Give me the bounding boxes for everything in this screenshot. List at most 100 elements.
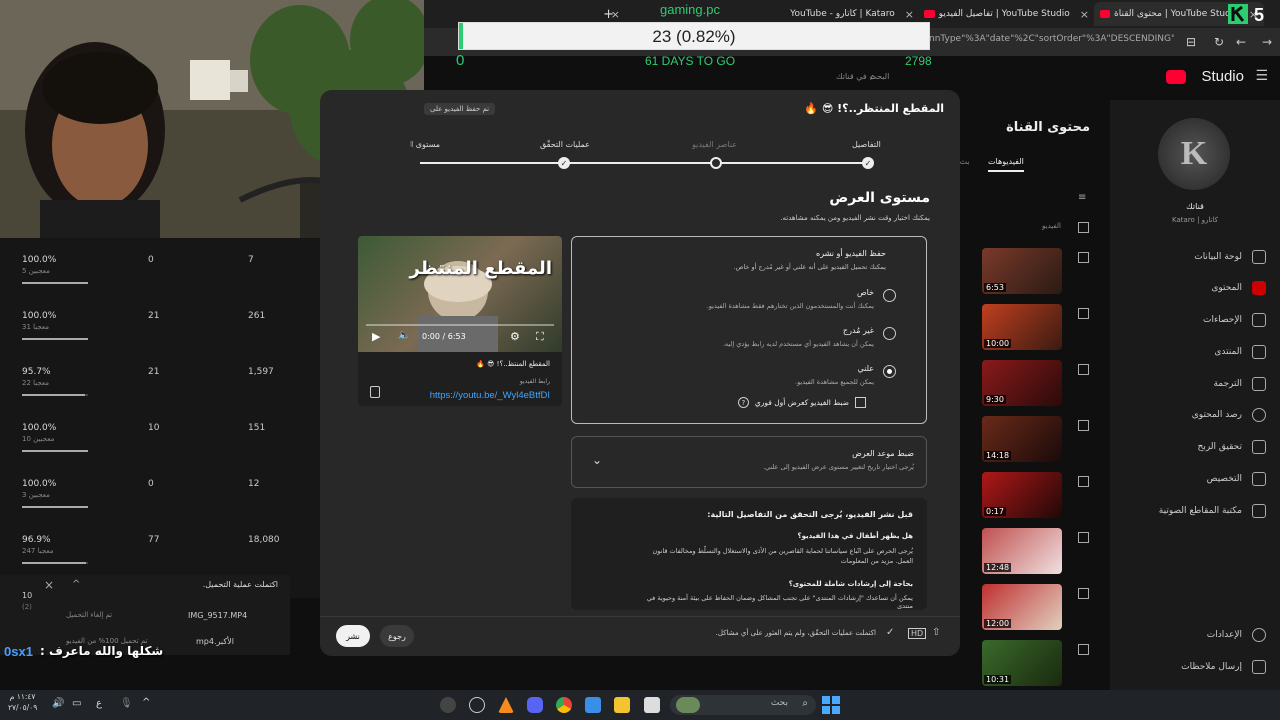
system-clock[interactable]: ١١:٤٧ م ٢٧/٠٥/٠٩	[8, 692, 37, 713]
radio-public[interactable]: علني يمكن للجميع مشاهدة الفيديو.	[656, 363, 896, 393]
close-tab-button[interactable]: ×	[600, 4, 620, 24]
radio-button-selected-icon[interactable]	[883, 365, 896, 378]
video-thumbnail[interactable]: 10:31	[982, 640, 1062, 686]
step-complete-check-icon[interactable]: ✓	[862, 157, 874, 169]
row-checkbox[interactable]	[1078, 476, 1089, 487]
reload-icon[interactable]: ↻	[1214, 35, 1224, 49]
language-icon[interactable]: ع	[96, 698, 102, 709]
premiere-checkbox[interactable]	[855, 397, 866, 408]
back-icon[interactable]: →	[1262, 35, 1272, 49]
row-checkbox[interactable]	[1078, 364, 1089, 375]
analytics-row[interactable]: 100.0% 31 معجبا 21 261	[0, 311, 320, 367]
file-explorer-icon[interactable]	[614, 697, 630, 713]
help-icon[interactable]: ?	[737, 397, 749, 408]
radio-button-icon[interactable]	[883, 327, 896, 340]
step-complete-check-icon[interactable]: ✓	[558, 157, 570, 169]
copy-icon[interactable]	[370, 386, 380, 398]
like-ratio: 100.0%	[22, 423, 57, 433]
chevron-down-icon[interactable]: ⌄	[592, 453, 602, 467]
video-player[interactable]: المقطع المنتظر ▶ 🔈 0:00 / 6:53 ⚙ ⛶	[358, 236, 562, 352]
close-tab-icon[interactable]: ×	[905, 8, 914, 21]
analytics-row[interactable]: 100.0% 10 معجبين 10 151	[0, 423, 320, 479]
forward-icon[interactable]: ←	[1236, 35, 1246, 49]
video-thumbnail[interactable]: 12:48	[982, 528, 1062, 574]
radio-description: يمكن للجميع مشاهدة الفيديو.	[795, 378, 874, 386]
step-label[interactable]: مستوى العرض	[410, 140, 440, 149]
back-button[interactable]: رجوع	[380, 625, 414, 647]
volume-icon[interactable]: 🔊	[52, 698, 64, 709]
publish-button[interactable]: نشر	[336, 625, 370, 647]
microphone-icon[interactable]: 🎙	[120, 698, 133, 709]
store-icon[interactable]	[585, 697, 601, 713]
radio-button-icon[interactable]	[883, 289, 896, 302]
sidebar-item-earn[interactable]: تحقيق الربح	[1198, 440, 1266, 454]
menu-icon[interactable]: ☰	[1255, 68, 1268, 84]
close-tab-icon[interactable]: ×	[1080, 8, 1089, 21]
video-thumbnail[interactable]: 12:00	[982, 584, 1062, 630]
taskbar-search[interactable]: ⌕ بحث	[670, 695, 816, 715]
instant-premiere-option[interactable]: ضبط الفيديو كعرض أول فوري ?	[737, 397, 866, 408]
select-all-checkbox[interactable]	[1078, 222, 1089, 233]
video-link[interactable]: https://youtu.be/_Wyl4eBtfDI	[430, 390, 550, 401]
studio-logo[interactable]: Studio	[1201, 68, 1244, 85]
collapse-icon[interactable]: ^	[72, 579, 80, 590]
row-checkbox[interactable]	[1078, 644, 1089, 655]
sidebar-item-analytics[interactable]: الإحصاءات	[1203, 313, 1266, 327]
row-checkbox[interactable]	[1078, 532, 1089, 543]
sidebar-item-customization[interactable]: التخصيص	[1207, 472, 1266, 486]
step-label[interactable]: عناصر الفيديو	[692, 140, 737, 149]
volume-icon[interactable]: 🔈	[398, 330, 410, 341]
schedule-box[interactable]: ضبط موعد العرض يُرجى اختيار تاريخ لتغيير…	[571, 436, 927, 488]
row-checkbox[interactable]	[1078, 252, 1089, 263]
sidebar-item-audio-library[interactable]: مكتبة المقاطع الصوتية	[1159, 504, 1266, 518]
tab-video-details[interactable]: × YouTube Studio | تفاصيل الفيديو	[924, 4, 1089, 24]
vlc-icon[interactable]	[498, 697, 514, 713]
row-checkbox[interactable]	[1078, 420, 1089, 431]
sidebar-item-feedback[interactable]: إرسال ملاحظات	[1181, 660, 1266, 674]
sidebar-item-content[interactable]: المحتوى	[1211, 281, 1266, 295]
analytics-row[interactable]: 100.0% 3 معجبين 0 12	[0, 479, 320, 535]
sidebar-item-settings[interactable]: الإعدادات	[1207, 628, 1266, 642]
play-icon[interactable]: ▶	[372, 330, 380, 343]
sidebar-item-subtitles[interactable]: الترجمة	[1213, 377, 1266, 391]
chrome-icon[interactable]	[556, 697, 572, 713]
video-thumbnail[interactable]: 9:30	[982, 360, 1062, 406]
video-thumbnail[interactable]: 6:53	[982, 248, 1062, 294]
radio-private[interactable]: خاص يمكنك أنت والمستخدمون الذين تختارهم …	[656, 287, 896, 317]
analytics-row[interactable]: 100.0% 5 معجبين 0 7	[0, 255, 320, 311]
sidebar-item-dashboard[interactable]: لوحة البيانات	[1194, 250, 1266, 264]
discord-icon[interactable]	[527, 697, 543, 713]
video-progress-bar[interactable]	[366, 324, 554, 326]
video-duration: 14:18	[984, 451, 1012, 460]
settings-gear-icon[interactable]: ⚙	[510, 330, 520, 343]
settings-app-icon[interactable]	[469, 697, 485, 713]
step-label[interactable]: عمليات التحقّق	[540, 140, 590, 149]
sidebar-item-copyright[interactable]: رصد المحتوى	[1192, 408, 1266, 422]
url-field[interactable]: nnType"%3A"date"%2C"sortOrder"%3A"DESCEN…	[929, 34, 1174, 50]
row-checkbox[interactable]	[1078, 308, 1089, 319]
windows-start-icon[interactable]	[822, 696, 840, 714]
search-icon[interactable]: ⌕	[870, 72, 876, 83]
chevron-up-icon[interactable]: ^	[142, 697, 150, 708]
radio-unlisted[interactable]: غير مُدرج يمكن أن يشاهد الفيديو أي مستخد…	[656, 325, 896, 355]
obs-icon[interactable]	[440, 697, 456, 713]
step-label[interactable]: التفاصيل	[852, 140, 881, 149]
tab-videos[interactable]: الفيديوهات	[988, 157, 1024, 172]
network-icon[interactable]: ▭	[72, 698, 81, 709]
sidebar-item-community[interactable]: المنتدى	[1214, 345, 1266, 359]
tab-label: Kataro | كاتارو - YouTube	[790, 9, 895, 19]
screen-share-icon[interactable]: ⊟	[1186, 35, 1196, 49]
fullscreen-icon[interactable]: ⛶	[536, 330, 544, 344]
video-thumbnail[interactable]: 14:18	[982, 416, 1062, 462]
feedback-icon	[1252, 660, 1266, 674]
tab-kataro[interactable]: × Kataro | كاتارو - YouTube	[754, 4, 914, 24]
row-checkbox[interactable]	[1078, 588, 1089, 599]
terminal-icon[interactable]	[644, 697, 660, 713]
close-icon[interactable]: ×	[44, 578, 54, 592]
video-thumbnail[interactable]: 10:00	[982, 304, 1062, 350]
channel-avatar[interactable]: K	[1158, 118, 1230, 190]
analytics-row[interactable]: 95.7% 22 معجبا 21 1,597	[0, 367, 320, 423]
video-thumbnail[interactable]: 0:17	[982, 472, 1062, 518]
step-current-dot-icon[interactable]	[710, 157, 722, 169]
filter-icon[interactable]: ≡	[1078, 192, 1086, 203]
